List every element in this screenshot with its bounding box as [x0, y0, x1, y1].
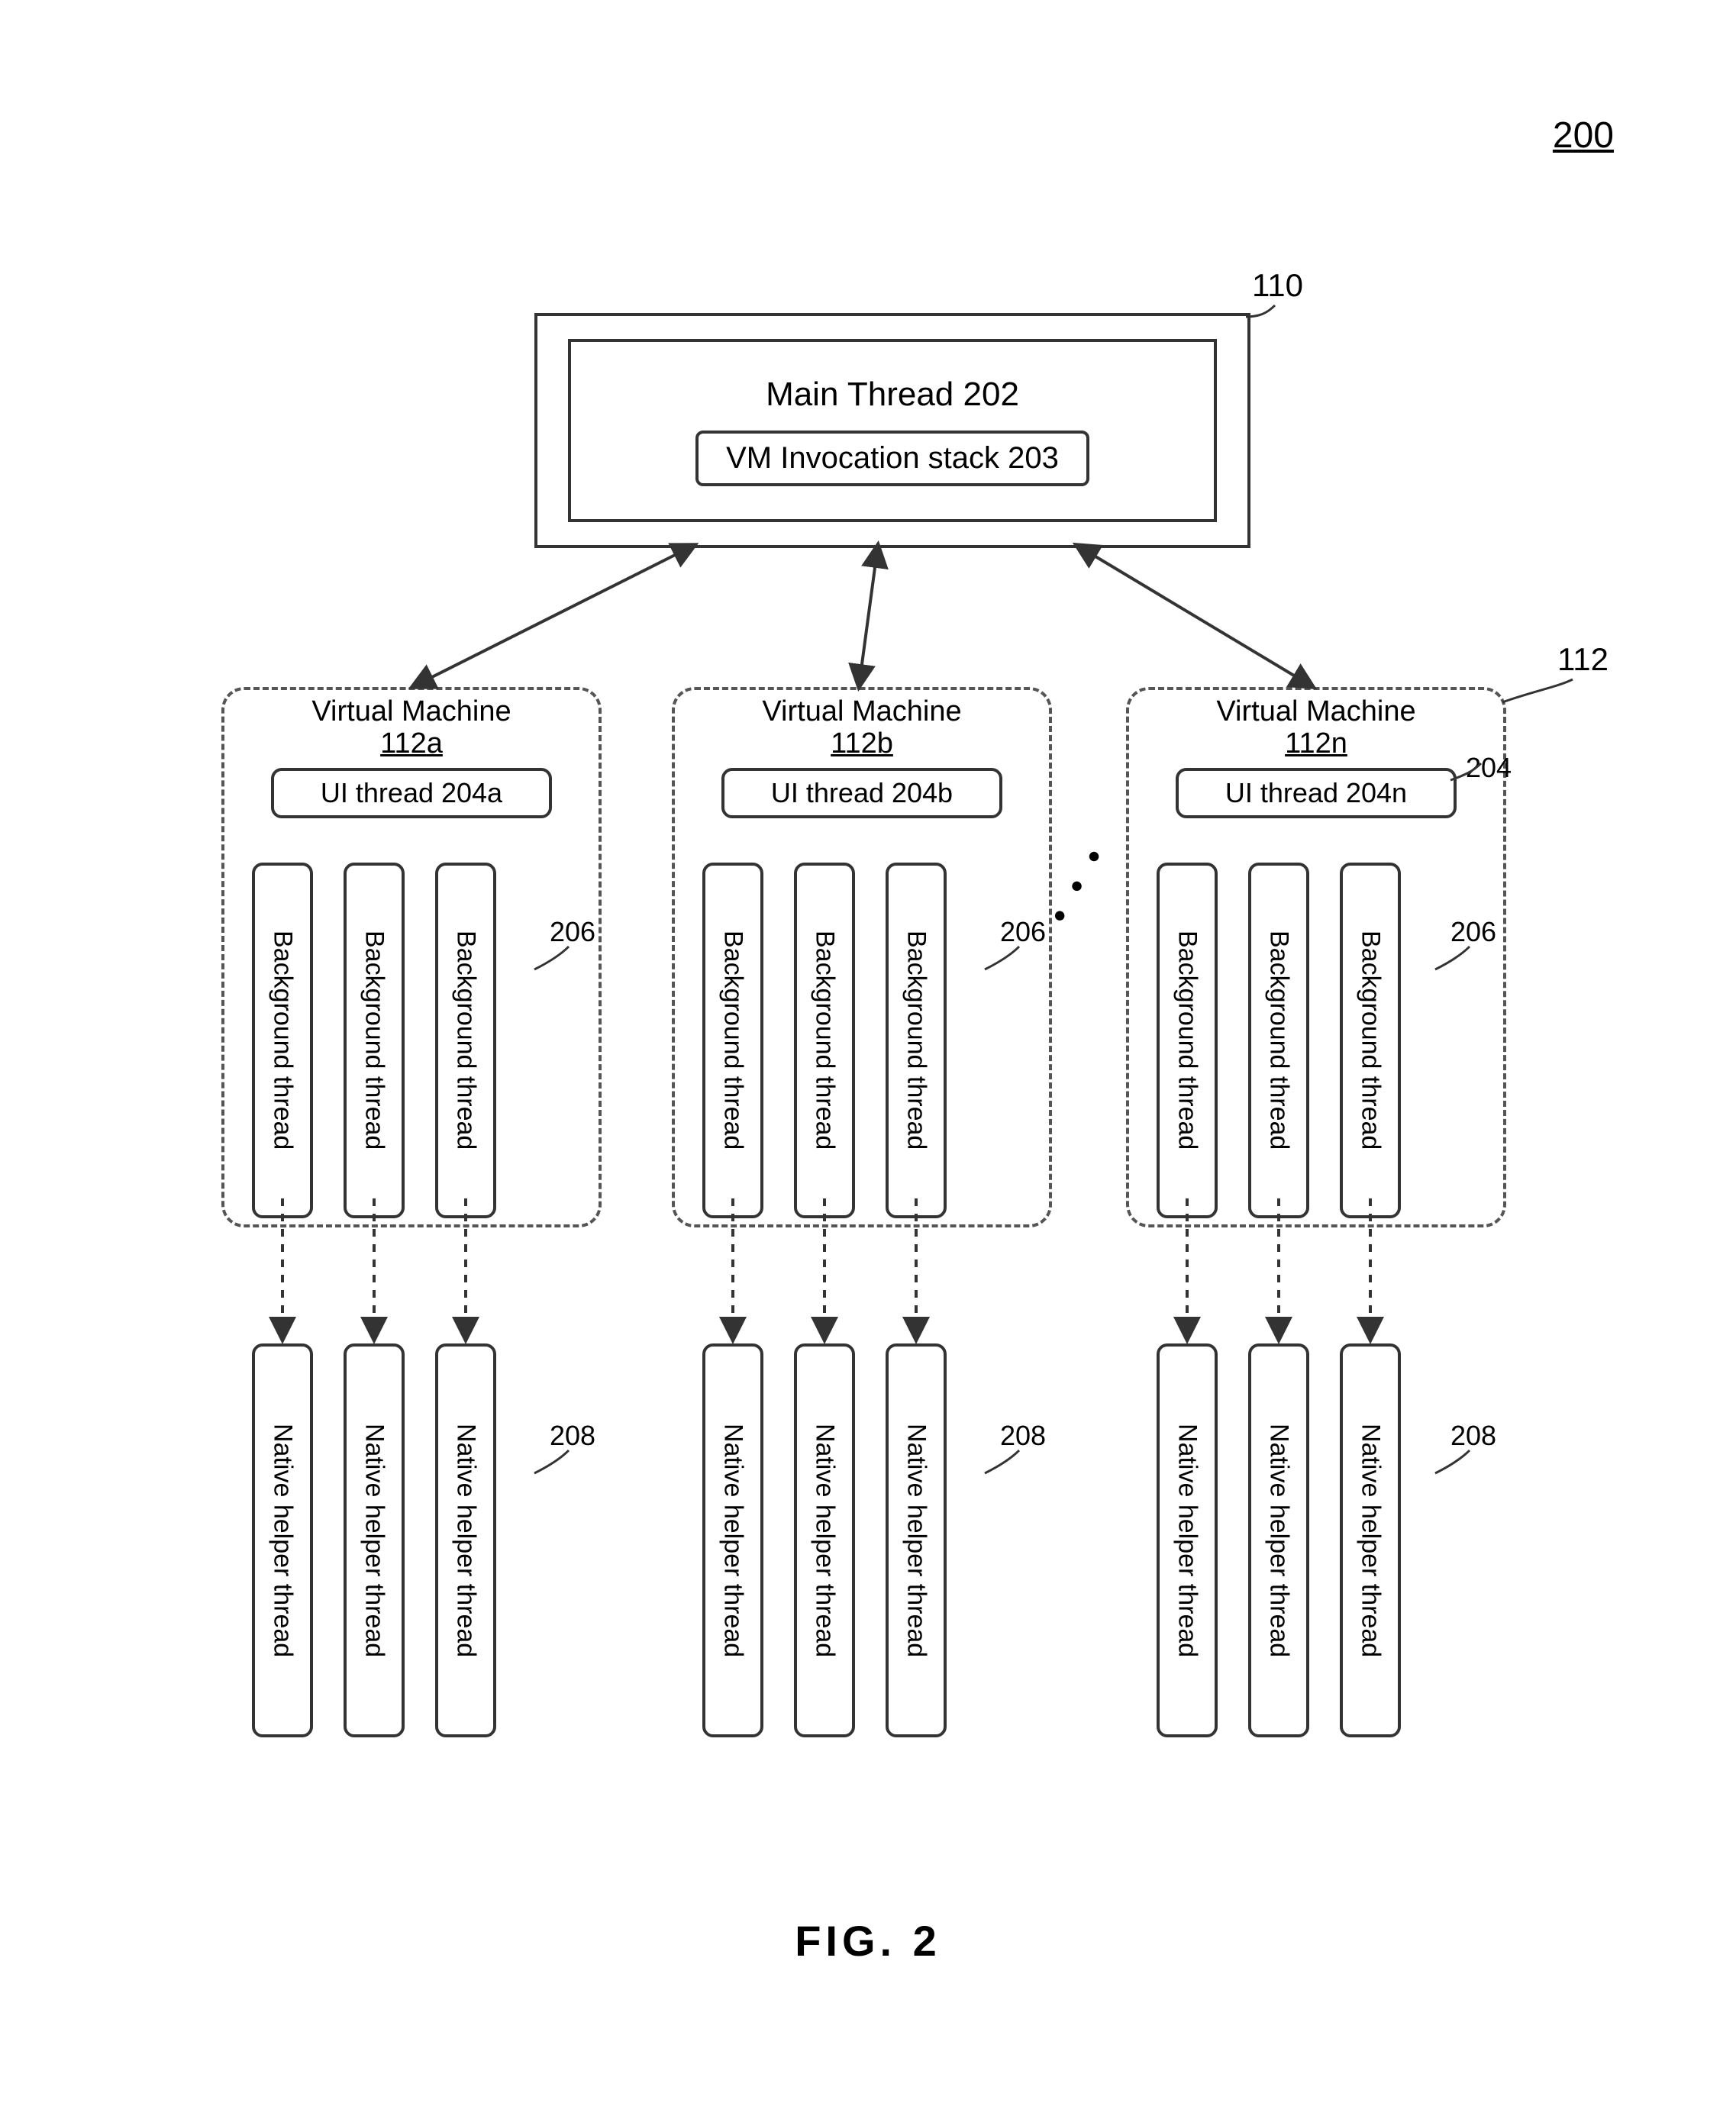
- bg-thread: Background thread: [702, 863, 763, 1218]
- bg-thread: Background thread: [435, 863, 496, 1218]
- vm-b-ui-thread: UI thread 204b: [721, 768, 1002, 818]
- bg-thread: Background thread: [344, 863, 405, 1218]
- vm-b-bg-row: Background thread Background thread Back…: [702, 863, 947, 1218]
- vm-n-title1: Virtual Machine: [1216, 695, 1415, 727]
- native-helper-thread: Native helper thread: [252, 1343, 313, 1737]
- diagram-page: 200 110 112 Main Thread 202 VM Invocatio…: [0, 0, 1736, 2103]
- native-helper-thread: Native helper thread: [344, 1343, 405, 1737]
- vm-n-bg-row: Background thread Background thread Back…: [1157, 863, 1401, 1218]
- vm-n-title: Virtual Machine 112n: [1129, 696, 1503, 760]
- native-helper-thread: Native helper thread: [794, 1343, 855, 1737]
- vm-a-ui-thread: UI thread 204a: [271, 768, 552, 818]
- figure-number: 200: [1553, 115, 1614, 156]
- vm-a-bg-row: Background thread Background thread Back…: [252, 863, 496, 1218]
- native-helper-thread: Native helper thread: [1157, 1343, 1218, 1737]
- vm-invocation-stack: VM Invocation stack 203: [695, 431, 1089, 486]
- ref-label-208-a: 208: [550, 1420, 595, 1452]
- vm-a-title: Virtual Machine 112a: [224, 696, 599, 760]
- native-helper-thread: Native helper thread: [435, 1343, 496, 1737]
- vm-a-nh-row: Native helper thread Native helper threa…: [252, 1343, 496, 1737]
- vm-a-title1: Virtual Machine: [311, 695, 511, 727]
- ref-label-208-n: 208: [1450, 1420, 1496, 1452]
- vm-n-nh-row: Native helper thread Native helper threa…: [1157, 1343, 1401, 1737]
- ref-label-208-b: 208: [1000, 1420, 1046, 1452]
- native-helper-thread: Native helper thread: [1340, 1343, 1401, 1737]
- vm-n-title2: 112n: [1285, 727, 1347, 760]
- vm-n-ui-thread: UI thread 204n: [1176, 768, 1457, 818]
- vm-b-title1: Virtual Machine: [762, 695, 961, 727]
- bg-thread: Background thread: [1248, 863, 1309, 1218]
- native-helper-thread: Native helper thread: [702, 1343, 763, 1737]
- bg-thread: Background thread: [1340, 863, 1401, 1218]
- bg-thread: Background thread: [252, 863, 313, 1218]
- ref-label-112: 112: [1557, 641, 1609, 678]
- bg-thread: Background thread: [1157, 863, 1218, 1218]
- main-thread-inner: Main Thread 202 VM Invocation stack 203: [568, 339, 1217, 522]
- native-helper-thread: Native helper thread: [1248, 1343, 1309, 1737]
- bg-thread: Background thread: [886, 863, 947, 1218]
- main-thread-title: Main Thread 202: [766, 376, 1019, 414]
- figure-caption: FIG. 2: [0, 1916, 1736, 1966]
- bg-thread: Background thread: [794, 863, 855, 1218]
- vm-b-title2: 112b: [831, 727, 893, 760]
- vm-b-nh-row: Native helper thread Native helper threa…: [702, 1343, 947, 1737]
- vm-a-title2: 112a: [380, 727, 443, 760]
- ref-label-204: 204: [1466, 752, 1512, 784]
- ref-label-206-b: 206: [1000, 916, 1046, 948]
- ref-label-206-a: 206: [550, 916, 595, 948]
- ref-label-110: 110: [1252, 267, 1303, 304]
- main-thread-box: Main Thread 202 VM Invocation stack 203: [534, 313, 1250, 548]
- vm-b-title: Virtual Machine 112b: [675, 696, 1049, 760]
- native-helper-thread: Native helper thread: [886, 1343, 947, 1737]
- ref-label-206-n: 206: [1450, 916, 1496, 948]
